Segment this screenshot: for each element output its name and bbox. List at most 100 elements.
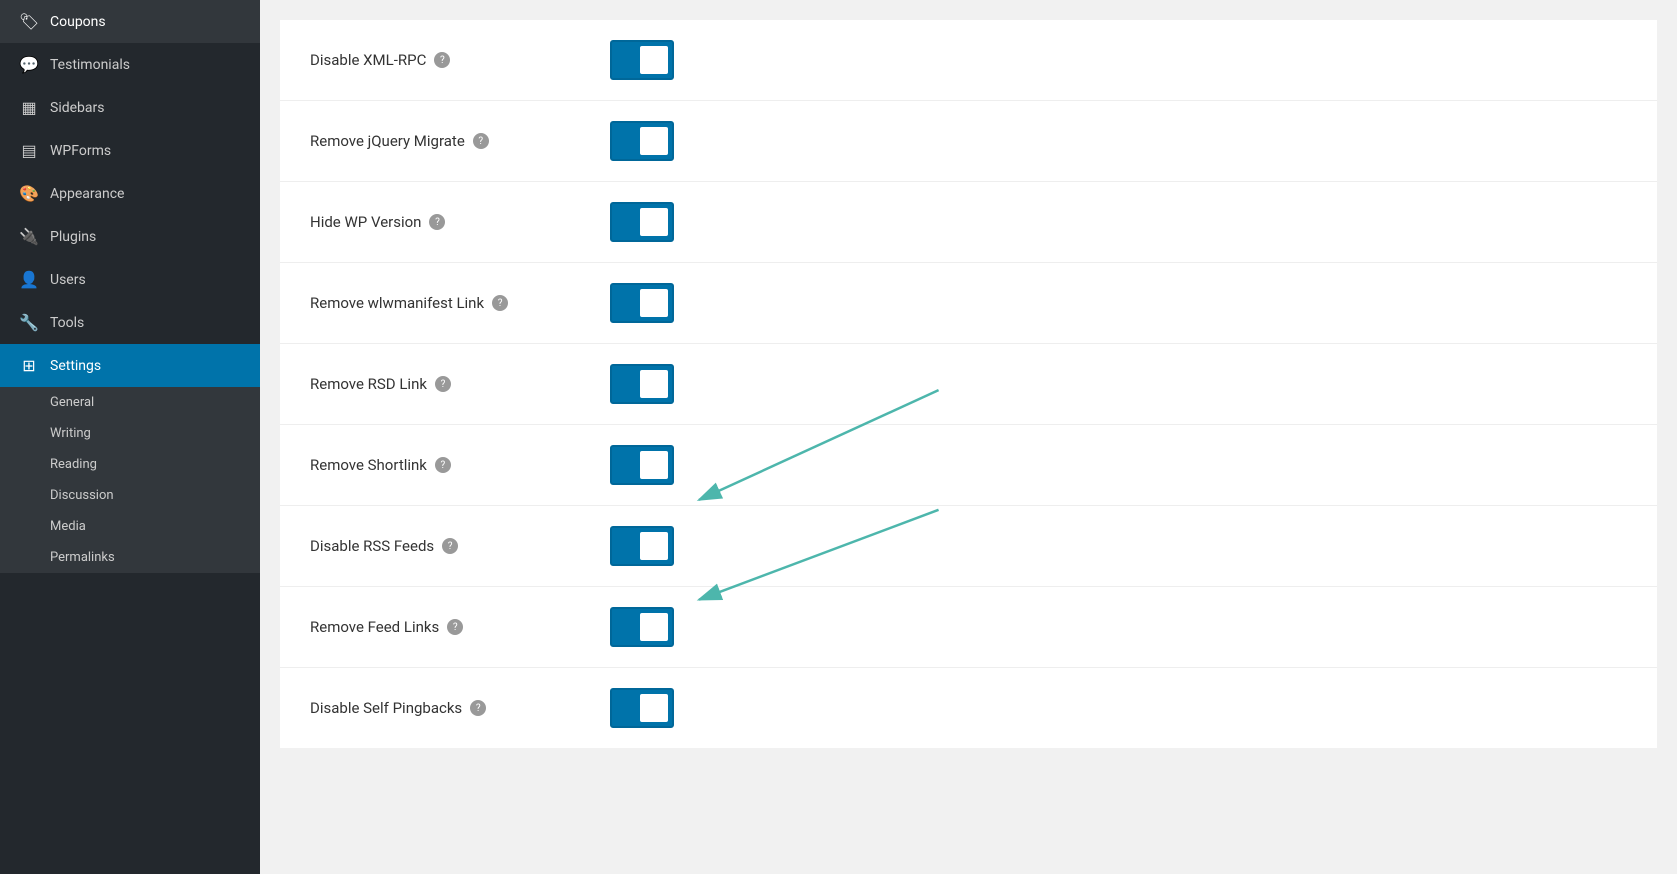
settings-label-remove-wlwmanifest-link: Remove wlwmanifest Link?	[310, 294, 590, 312]
sidebar-item-label: Coupons	[50, 14, 106, 30]
help-icon-remove-rsd-link[interactable]: ?	[435, 376, 451, 392]
help-icon-remove-wlwmanifest-link[interactable]: ?	[492, 295, 508, 311]
sidebar-sub-item-discussion[interactable]: Discussion	[0, 480, 260, 511]
label-text: Disable RSS Feeds	[310, 537, 434, 555]
sidebar-item-label: Testimonials	[50, 57, 130, 73]
sidebar-item-label: Users	[50, 272, 86, 288]
settings-row-disable-self-pingbacks: Disable Self Pingbacks?	[280, 668, 1657, 748]
toggle-wrapper-remove-shortlink	[610, 445, 674, 485]
toggle-wrapper-remove-wlwmanifest-link	[610, 283, 674, 323]
toggle-knob-remove-jquery-migrate	[640, 127, 668, 155]
sidebar-item-settings[interactable]: ⊞ Settings	[0, 344, 260, 387]
toggle-wrapper-disable-rss-feeds	[610, 526, 674, 566]
toggle-knob-disable-rss-feeds	[640, 532, 668, 560]
settings-label-remove-rsd-link: Remove RSD Link?	[310, 375, 590, 393]
sidebar-item-label: Appearance	[50, 186, 124, 202]
sidebar-sub-item-media[interactable]: Media	[0, 511, 260, 542]
label-text: Remove Feed Links	[310, 618, 439, 636]
sidebar-sub-item-reading[interactable]: Reading	[0, 449, 260, 480]
label-text: Remove RSD Link	[310, 375, 427, 393]
label-text: Disable XML-RPC	[310, 51, 426, 69]
toggle-disable-xml-rpc[interactable]	[610, 40, 674, 80]
settings-row-remove-rsd-link: Remove RSD Link?	[280, 344, 1657, 425]
toggle-wrapper-disable-xml-rpc	[610, 40, 674, 80]
coupons-icon: 🏷	[18, 12, 40, 31]
settings-label-disable-xml-rpc: Disable XML-RPC?	[310, 51, 590, 69]
help-icon-disable-xml-rpc[interactable]: ?	[434, 52, 450, 68]
help-icon-remove-feed-links[interactable]: ?	[447, 619, 463, 635]
sidebar-item-label: Sidebars	[50, 100, 104, 116]
sidebar-item-label: Settings	[50, 358, 101, 374]
help-icon-hide-wp-version[interactable]: ?	[429, 214, 445, 230]
sidebar-item-users[interactable]: 👤 Users	[0, 258, 260, 301]
help-icon-remove-jquery-migrate[interactable]: ?	[473, 133, 489, 149]
toggle-knob-disable-self-pingbacks	[640, 694, 668, 722]
help-icon-disable-rss-feeds[interactable]: ?	[442, 538, 458, 554]
toggle-knob-remove-wlwmanifest-link	[640, 289, 668, 317]
settings-label-remove-shortlink: Remove Shortlink?	[310, 456, 590, 474]
toggle-knob-remove-rsd-link	[640, 370, 668, 398]
testimonials-icon: 💬	[18, 55, 40, 74]
sidebar: 🏷 Coupons 💬 Testimonials ▦ Sidebars ▤ WPForms 🎨 A…	[0, 0, 260, 874]
toggle-remove-rsd-link[interactable]	[610, 364, 674, 404]
sidebar-item-wpforms[interactable]: ▤ WPForms	[0, 129, 260, 172]
toggle-remove-shortlink[interactable]	[610, 445, 674, 485]
sidebar-item-tools[interactable]: 🔧 Tools	[0, 301, 260, 344]
sidebar-item-testimonials[interactable]: 💬 Testimonials	[0, 43, 260, 86]
settings-icon: ⊞	[18, 356, 40, 375]
toggle-knob-disable-xml-rpc	[640, 46, 668, 74]
settings-label-disable-self-pingbacks: Disable Self Pingbacks?	[310, 699, 590, 717]
toggle-hide-wp-version[interactable]	[610, 202, 674, 242]
settings-label-remove-jquery-migrate: Remove jQuery Migrate?	[310, 132, 590, 150]
toggle-knob-remove-shortlink	[640, 451, 668, 479]
appearance-icon: 🎨	[18, 184, 40, 203]
settings-row-disable-rss-feeds: Disable RSS Feeds?	[280, 506, 1657, 587]
toggle-disable-self-pingbacks[interactable]	[610, 688, 674, 728]
label-text: Remove Shortlink	[310, 456, 427, 474]
toggle-knob-remove-feed-links	[640, 613, 668, 641]
toggle-wrapper-disable-self-pingbacks	[610, 688, 674, 728]
settings-label-hide-wp-version: Hide WP Version?	[310, 213, 590, 231]
settings-row-hide-wp-version: Hide WP Version?	[280, 182, 1657, 263]
sidebar-submenu: GeneralWritingReadingDiscussionMediaPerm…	[0, 387, 260, 573]
sidebars-icon: ▦	[18, 98, 40, 117]
label-text: Hide WP Version	[310, 213, 421, 231]
settings-row-disable-xml-rpc: Disable XML-RPC?	[280, 20, 1657, 101]
sidebar-sub-item-permalinks[interactable]: Permalinks	[0, 542, 260, 573]
main-content: Disable XML-RPC?Remove jQuery Migrate?Hi…	[260, 0, 1677, 874]
toggle-wrapper-hide-wp-version	[610, 202, 674, 242]
label-text: Remove wlwmanifest Link	[310, 294, 484, 312]
sidebar-item-label: Plugins	[50, 229, 96, 245]
help-icon-disable-self-pingbacks[interactable]: ?	[470, 700, 486, 716]
toggle-remove-wlwmanifest-link[interactable]	[610, 283, 674, 323]
toggle-wrapper-remove-jquery-migrate	[610, 121, 674, 161]
plugins-icon: 🔌	[18, 227, 40, 246]
sidebar-sub-item-writing[interactable]: Writing	[0, 418, 260, 449]
toggle-remove-feed-links[interactable]	[610, 607, 674, 647]
sidebar-item-coupons[interactable]: 🏷 Coupons	[0, 0, 260, 43]
toggle-remove-jquery-migrate[interactable]	[610, 121, 674, 161]
settings-table: Disable XML-RPC?Remove jQuery Migrate?Hi…	[280, 20, 1657, 748]
sidebar-item-sidebars[interactable]: ▦ Sidebars	[0, 86, 260, 129]
settings-row-remove-wlwmanifest-link: Remove wlwmanifest Link?	[280, 263, 1657, 344]
toggle-wrapper-remove-rsd-link	[610, 364, 674, 404]
settings-row-remove-jquery-migrate: Remove jQuery Migrate?	[280, 101, 1657, 182]
sidebar-sub-item-general[interactable]: General	[0, 387, 260, 418]
toggle-knob-hide-wp-version	[640, 208, 668, 236]
label-text: Remove jQuery Migrate	[310, 132, 465, 150]
toggle-disable-rss-feeds[interactable]	[610, 526, 674, 566]
settings-label-remove-feed-links: Remove Feed Links?	[310, 618, 590, 636]
settings-label-disable-rss-feeds: Disable RSS Feeds?	[310, 537, 590, 555]
settings-row-remove-feed-links: Remove Feed Links?	[280, 587, 1657, 668]
sidebar-item-plugins[interactable]: 🔌 Plugins	[0, 215, 260, 258]
label-text: Disable Self Pingbacks	[310, 699, 462, 717]
sidebar-item-label: Tools	[50, 315, 84, 331]
users-icon: 👤	[18, 270, 40, 289]
settings-row-remove-shortlink: Remove Shortlink?	[280, 425, 1657, 506]
tools-icon: 🔧	[18, 313, 40, 332]
sidebar-item-label: WPForms	[50, 143, 111, 159]
wpforms-icon: ▤	[18, 141, 40, 160]
toggle-wrapper-remove-feed-links	[610, 607, 674, 647]
sidebar-item-appearance[interactable]: 🎨 Appearance	[0, 172, 260, 215]
help-icon-remove-shortlink[interactable]: ?	[435, 457, 451, 473]
